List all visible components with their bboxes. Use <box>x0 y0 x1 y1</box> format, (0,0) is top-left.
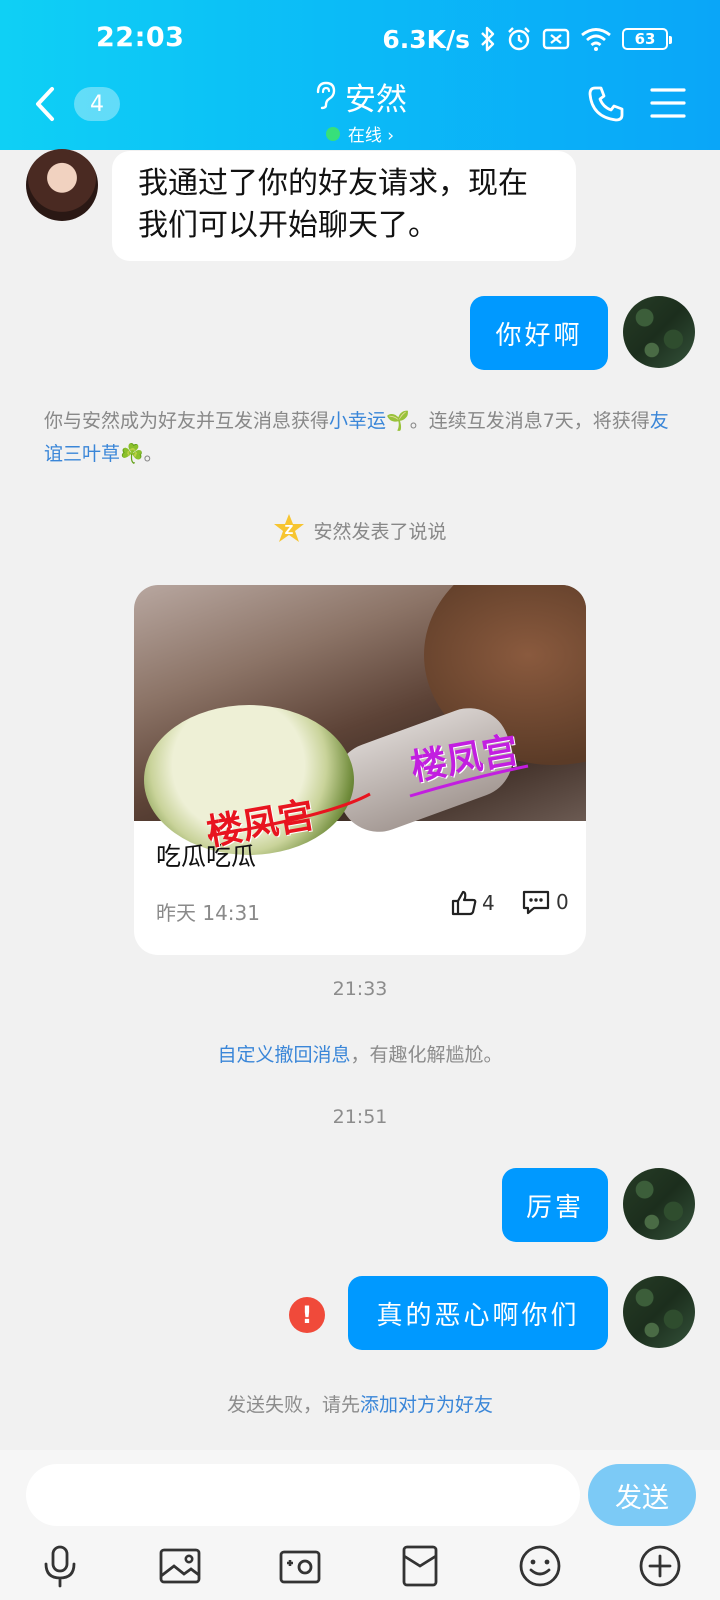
camera-button[interactable] <box>276 1542 324 1590</box>
comment-count: 0 <box>556 890 569 914</box>
qzone-star-icon: Z <box>273 512 305 549</box>
alarm-icon <box>506 26 532 52</box>
send-failed-note: 发送失败，请先添加对方为好友 <box>226 1394 494 1416</box>
like-button[interactable]: 4 <box>450 889 495 917</box>
message-input[interactable] <box>26 1464 580 1526</box>
qzone-notice: Z 安然发表了说说 <box>0 512 720 549</box>
menu-icon <box>650 88 686 118</box>
my-avatar[interactable] <box>623 296 695 368</box>
bluetooth-icon <box>480 26 496 52</box>
friendship-reward-note: 你与安然成为好友并互发消息获得小幸运🌱。连续互发消息7天，将获得友谊三叶草☘️。 <box>44 410 669 465</box>
watermark-underline <box>207 764 529 838</box>
online-dot-icon <box>325 126 340 141</box>
input-bar: 发送 <box>0 1450 720 1600</box>
top-header: 22:03 6.3K/s 63 4 安然 在线 › <box>0 0 720 150</box>
my-avatar[interactable] <box>623 1276 695 1348</box>
plus-button[interactable] <box>636 1542 684 1590</box>
svg-text:Z: Z <box>285 523 294 537</box>
ear-icon <box>313 80 337 114</box>
like-count: 4 <box>482 891 495 915</box>
recall-tip: 自定义撤回消息，有趣化解尴尬。 <box>217 1044 503 1066</box>
no-sim-icon <box>542 27 570 51</box>
emoji-button[interactable] <box>516 1542 564 1590</box>
mic-icon <box>44 1545 76 1588</box>
red-packet-icon <box>402 1545 438 1587</box>
contact-name[interactable]: 安然 <box>345 74 407 119</box>
plus-icon <box>639 1545 681 1587</box>
comment-icon <box>522 890 550 915</box>
status-icons: 6.3K/s 63 <box>382 22 672 56</box>
lucky-link[interactable]: 小幸运🌱 <box>329 410 410 432</box>
wifi-icon <box>580 27 612 51</box>
more-menu-button[interactable] <box>650 86 686 120</box>
qzone-post-time: 昨天 14:31 <box>156 901 260 925</box>
red-packet-button[interactable] <box>396 1542 444 1590</box>
status-time: 22:03 <box>96 22 185 53</box>
timestamp: 21:51 <box>332 1106 388 1128</box>
thumbs-up-icon <box>451 890 477 916</box>
image-button[interactable] <box>156 1542 204 1590</box>
online-status-text: 在线 › <box>347 126 395 146</box>
send-failed-icon[interactable]: ! <box>289 1297 325 1333</box>
incoming-message-bubble[interactable]: 我通过了你的好友请求，现在我们可以开始聊天了。 <box>112 151 576 261</box>
add-friend-link[interactable]: 添加对方为好友 <box>360 1394 493 1416</box>
battery-icon: 63 <box>622 28 672 50</box>
custom-recall-link[interactable]: 自定义撤回消息 <box>217 1044 350 1066</box>
voice-call-button[interactable] <box>586 84 626 124</box>
friend-avatar[interactable] <box>26 149 98 221</box>
my-avatar[interactable] <box>623 1168 695 1240</box>
phone-icon <box>588 86 624 122</box>
emoji-icon <box>519 1545 561 1587</box>
online-status[interactable]: 在线 › <box>325 121 395 146</box>
net-speed: 6.3K/s <box>382 24 470 54</box>
mic-button[interactable] <box>36 1542 84 1590</box>
outgoing-message-bubble[interactable]: 厉害 <box>502 1168 608 1242</box>
timestamp: 21:33 <box>332 978 388 1000</box>
send-button[interactable]: 发送 <box>588 1464 696 1526</box>
camera-icon <box>279 1550 321 1584</box>
outgoing-message-bubble[interactable]: 真的恶心啊你们 <box>348 1276 608 1350</box>
comment-button[interactable]: 0 <box>522 889 569 915</box>
image-icon <box>159 1548 201 1584</box>
outgoing-message-bubble[interactable]: 你好啊 <box>470 296 608 370</box>
